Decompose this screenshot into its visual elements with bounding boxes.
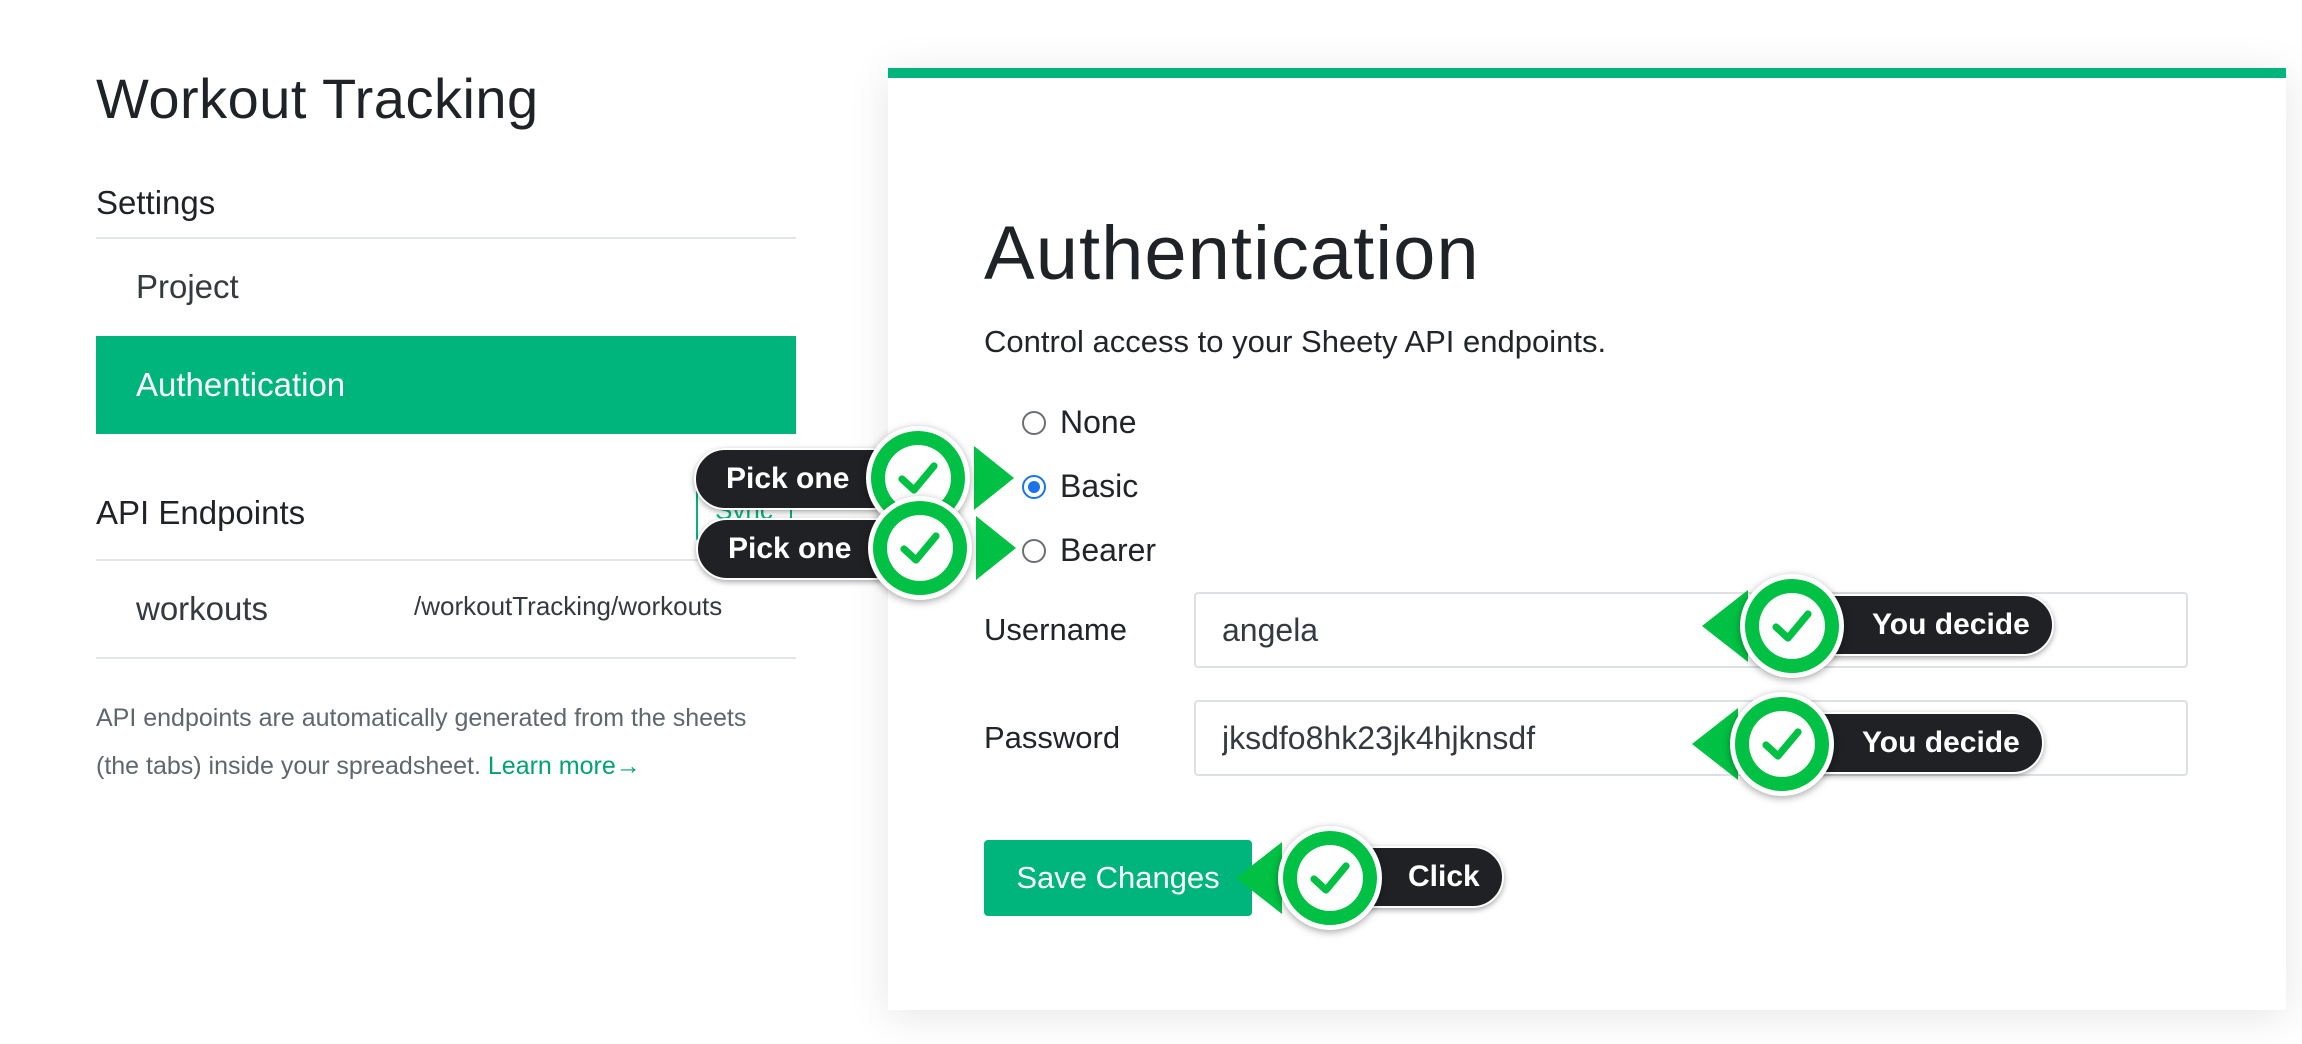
divider xyxy=(96,657,796,659)
check-icon xyxy=(1730,692,1834,796)
endpoint-path: /workoutTracking/workouts xyxy=(414,591,723,621)
settings-heading: Settings xyxy=(96,184,216,221)
sidebar-item-label: Project xyxy=(136,268,239,305)
radio-none[interactable]: None xyxy=(1022,404,1137,441)
api-endpoints-heading: API Endpoints xyxy=(96,494,306,531)
learn-more-link[interactable]: Learn more→ xyxy=(488,752,641,780)
arrow-right-icon xyxy=(974,446,1014,510)
arrow-left-icon xyxy=(1236,842,1282,914)
radio-button[interactable] xyxy=(1022,538,1046,563)
sidebar-item-project[interactable]: Project xyxy=(96,238,796,336)
panel-title: Authentication xyxy=(984,211,1480,296)
sidebar-item-authentication[interactable]: Authentication xyxy=(96,336,796,434)
arrow-right-icon xyxy=(976,516,1016,580)
divider xyxy=(96,559,796,561)
check-icon xyxy=(1278,826,1382,930)
check-icon xyxy=(1740,574,1844,678)
password-label: Password xyxy=(984,720,1121,755)
radio-button[interactable] xyxy=(1022,410,1046,435)
check-icon xyxy=(868,496,972,600)
endpoint-name[interactable]: workouts xyxy=(136,590,268,628)
sidebar-item-label: Authentication xyxy=(136,366,346,403)
username-label: Username xyxy=(984,612,1127,647)
panel-description: Control access to your Sheety API endpoi… xyxy=(984,324,1607,359)
radio-basic[interactable]: Basic xyxy=(1022,468,1138,505)
help-text: API endpoints are automatically generate… xyxy=(96,704,747,780)
radio-bearer[interactable]: Bearer xyxy=(1022,532,1156,569)
save-changes-button[interactable]: Save Changes xyxy=(984,840,1252,916)
page-title: Workout Tracking xyxy=(96,67,539,130)
radio-button-selected[interactable] xyxy=(1022,474,1046,499)
